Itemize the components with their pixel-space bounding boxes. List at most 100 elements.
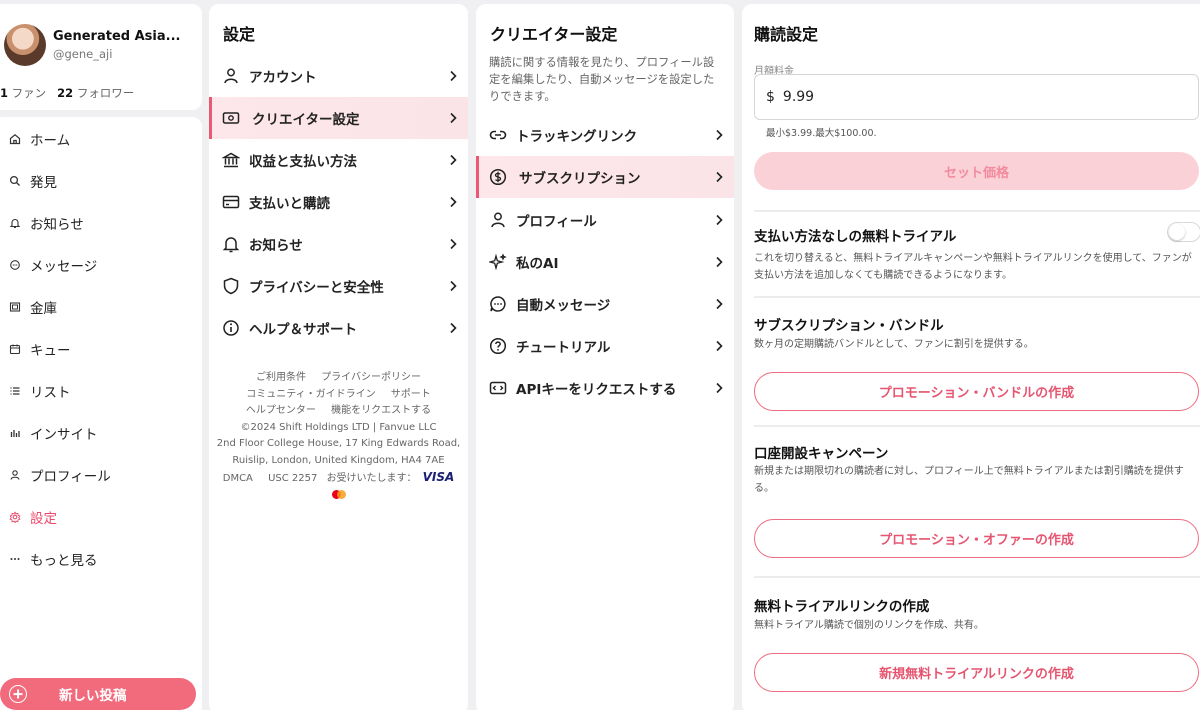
settings-item-account[interactable]: アカウント bbox=[209, 55, 468, 97]
chevron-right-icon bbox=[438, 280, 468, 292]
settings-item-notifications[interactable]: お知らせ bbox=[209, 223, 468, 265]
fans-label[interactable]: ファン bbox=[12, 86, 47, 100]
nav-item-lists[interactable]: リスト bbox=[0, 376, 200, 406]
nav-item-more[interactable]: もっと見る bbox=[0, 544, 200, 574]
create-trial-link-button[interactable]: 新規無料トライアルリンクの作成 bbox=[754, 653, 1199, 692]
plus-circle-icon bbox=[9, 685, 27, 703]
new-post-button[interactable]: 新しい投稿 bbox=[0, 678, 196, 710]
settings-panel: 設定 アカウント クリエイター設定 収益と支払い方法 支払いと購読 お知らせ プ… bbox=[209, 4, 468, 710]
divider bbox=[754, 576, 1200, 578]
free-trial-description: これを切り替えると、無料トライアルキャンペーンや無料トライアルリンクを使用して、… bbox=[754, 253, 1192, 281]
nav-item-label: ホーム bbox=[30, 133, 71, 149]
creator-title: クリエイター設定 bbox=[490, 25, 618, 44]
chat-icon bbox=[476, 295, 516, 313]
nav-item-label: プロフィール bbox=[30, 469, 111, 485]
settings-item-privacy[interactable]: プライバシーと安全性 bbox=[209, 265, 468, 307]
create-offer-button[interactable]: プロモーション・オファーの作成 bbox=[754, 519, 1199, 558]
nav-item-insights[interactable]: インサイト bbox=[0, 418, 200, 448]
user-icon bbox=[476, 211, 516, 229]
creator-description: 購読に関する情報を見たり、プロフィール設定を編集したり、自動メッセージを設定した… bbox=[489, 56, 715, 103]
create-bundle-button[interactable]: プロモーション・バンドルの作成 bbox=[754, 372, 1199, 411]
chevron-right-icon bbox=[704, 340, 734, 352]
settings-item-label: プライバシーと安全性 bbox=[249, 280, 384, 296]
settings-item-label: クリエイター設定 bbox=[252, 112, 360, 128]
settings-title: 設定 bbox=[223, 25, 256, 44]
money-icon bbox=[212, 109, 252, 127]
profile-card[interactable]: Generated Asia... @gene_aji 1 ファン 22 フォロ… bbox=[0, 4, 202, 110]
dmca-link[interactable]: DMCA bbox=[223, 473, 253, 484]
support-link[interactable]: サポート bbox=[391, 389, 431, 400]
gear-icon bbox=[0, 511, 30, 523]
creator-item-profile[interactable]: プロフィール bbox=[476, 199, 734, 241]
privacy-link[interactable]: プライバシーポリシー bbox=[321, 372, 421, 383]
chevron-right-icon bbox=[704, 171, 734, 183]
divider bbox=[754, 425, 1200, 427]
guidelines-link[interactable]: コミュニティ・ガイドライン bbox=[246, 389, 375, 400]
nav-item-label: もっと見る bbox=[30, 553, 98, 569]
nav-item-vault[interactable]: 金庫 bbox=[0, 292, 200, 322]
creator-item-api-key[interactable]: APIキーをリクエストする bbox=[476, 367, 734, 409]
nav-item-settings[interactable]: 設定 bbox=[0, 502, 200, 532]
usc-link[interactable]: USC 2257 bbox=[268, 473, 317, 484]
creator-settings-panel: クリエイター設定 購読に関する情報を見たり、プロフィール設定を編集したり、自動メ… bbox=[476, 4, 734, 710]
settings-item-payments[interactable]: 支払いと購読 bbox=[209, 181, 468, 223]
info-icon bbox=[209, 319, 249, 337]
free-trial-toggle[interactable] bbox=[1167, 222, 1200, 242]
nav-item-messages[interactable]: メッセージ bbox=[0, 250, 200, 280]
chevron-right-icon bbox=[438, 70, 468, 82]
nav-item-label: 金庫 bbox=[30, 301, 57, 317]
help-center-link[interactable]: ヘルプセンター bbox=[246, 405, 316, 416]
nav-item-label: 設定 bbox=[30, 511, 57, 527]
set-price-button[interactable]: セット価格 bbox=[754, 152, 1199, 190]
settings-item-creator[interactable]: クリエイター設定 bbox=[209, 97, 468, 139]
chevron-right-icon bbox=[704, 256, 734, 268]
more-icon bbox=[0, 553, 30, 565]
nav-item-home[interactable]: ホーム bbox=[0, 124, 200, 154]
price-value[interactable]: 9.99 bbox=[783, 89, 814, 105]
creator-item-tracking-links[interactable]: トラッキングリンク bbox=[476, 114, 734, 156]
bar-chart-icon bbox=[0, 427, 30, 439]
creator-item-subscription[interactable]: サブスクリプション bbox=[476, 156, 734, 198]
creator-item-tutorial[interactable]: チュートリアル bbox=[476, 325, 734, 367]
followers-count: 22 bbox=[57, 86, 74, 100]
chat-icon bbox=[0, 259, 30, 271]
campaign-title: 口座開設キャンペーン bbox=[754, 446, 889, 462]
user-icon bbox=[209, 67, 249, 85]
trial-link-title: 無料トライアルリンクの作成 bbox=[754, 599, 930, 615]
settings-item-label: 収益と支払い方法 bbox=[249, 154, 357, 170]
subscription-settings-panel: 購読設定 月額料金 $ 9.99 最小$3.99.最大$100.00. セット価… bbox=[742, 4, 1200, 710]
chevron-right-icon bbox=[704, 298, 734, 310]
nav-item-notifications[interactable]: お知らせ bbox=[0, 208, 200, 238]
bundle-title: サブスクリプション・バンドル bbox=[754, 318, 944, 334]
chevron-right-icon bbox=[438, 112, 468, 124]
avatar[interactable] bbox=[4, 24, 46, 66]
settings-item-help[interactable]: ヘルプ＆サポート bbox=[209, 307, 468, 349]
followers-label[interactable]: フォロワー bbox=[77, 86, 135, 100]
nav-item-profile[interactable]: プロフィール bbox=[0, 460, 200, 490]
profile-name: Generated Asia... bbox=[53, 29, 181, 44]
creator-item-label: APIキーをリクエストする bbox=[516, 382, 677, 398]
free-trial-title: 支払い方法なしの無料トライアル bbox=[754, 229, 957, 245]
nav-item-label: 発見 bbox=[30, 175, 57, 191]
creator-item-auto-messages[interactable]: 自動メッセージ bbox=[476, 283, 734, 325]
chevron-right-icon bbox=[438, 154, 468, 166]
chevron-right-icon bbox=[704, 382, 734, 394]
api-icon bbox=[476, 379, 516, 397]
settings-item-earnings[interactable]: 収益と支払い方法 bbox=[209, 139, 468, 181]
sparkle-icon bbox=[476, 253, 516, 271]
nav-item-discover[interactable]: 発見 bbox=[0, 166, 200, 196]
nav-item-queue[interactable]: キュー bbox=[0, 334, 200, 364]
terms-link[interactable]: ご利用条件 bbox=[256, 372, 306, 383]
creator-item-my-ai[interactable]: 私のAI bbox=[476, 241, 734, 283]
bundle-description: 数ヶ月の定期購読バンドルとして、ファンに割引を提供する。 bbox=[754, 339, 1034, 350]
bell-icon bbox=[0, 217, 30, 229]
request-feature-link[interactable]: 機能をリクエストする bbox=[331, 405, 431, 416]
settings-item-label: ヘルプ＆サポート bbox=[249, 322, 357, 338]
divider bbox=[754, 210, 1200, 212]
price-input[interactable]: $ 9.99 bbox=[754, 74, 1199, 120]
chevron-right-icon bbox=[438, 238, 468, 250]
question-icon bbox=[476, 337, 516, 355]
nav-item-label: キュー bbox=[30, 343, 71, 359]
link-icon bbox=[476, 126, 516, 144]
creator-item-label: 私のAI bbox=[516, 256, 559, 272]
